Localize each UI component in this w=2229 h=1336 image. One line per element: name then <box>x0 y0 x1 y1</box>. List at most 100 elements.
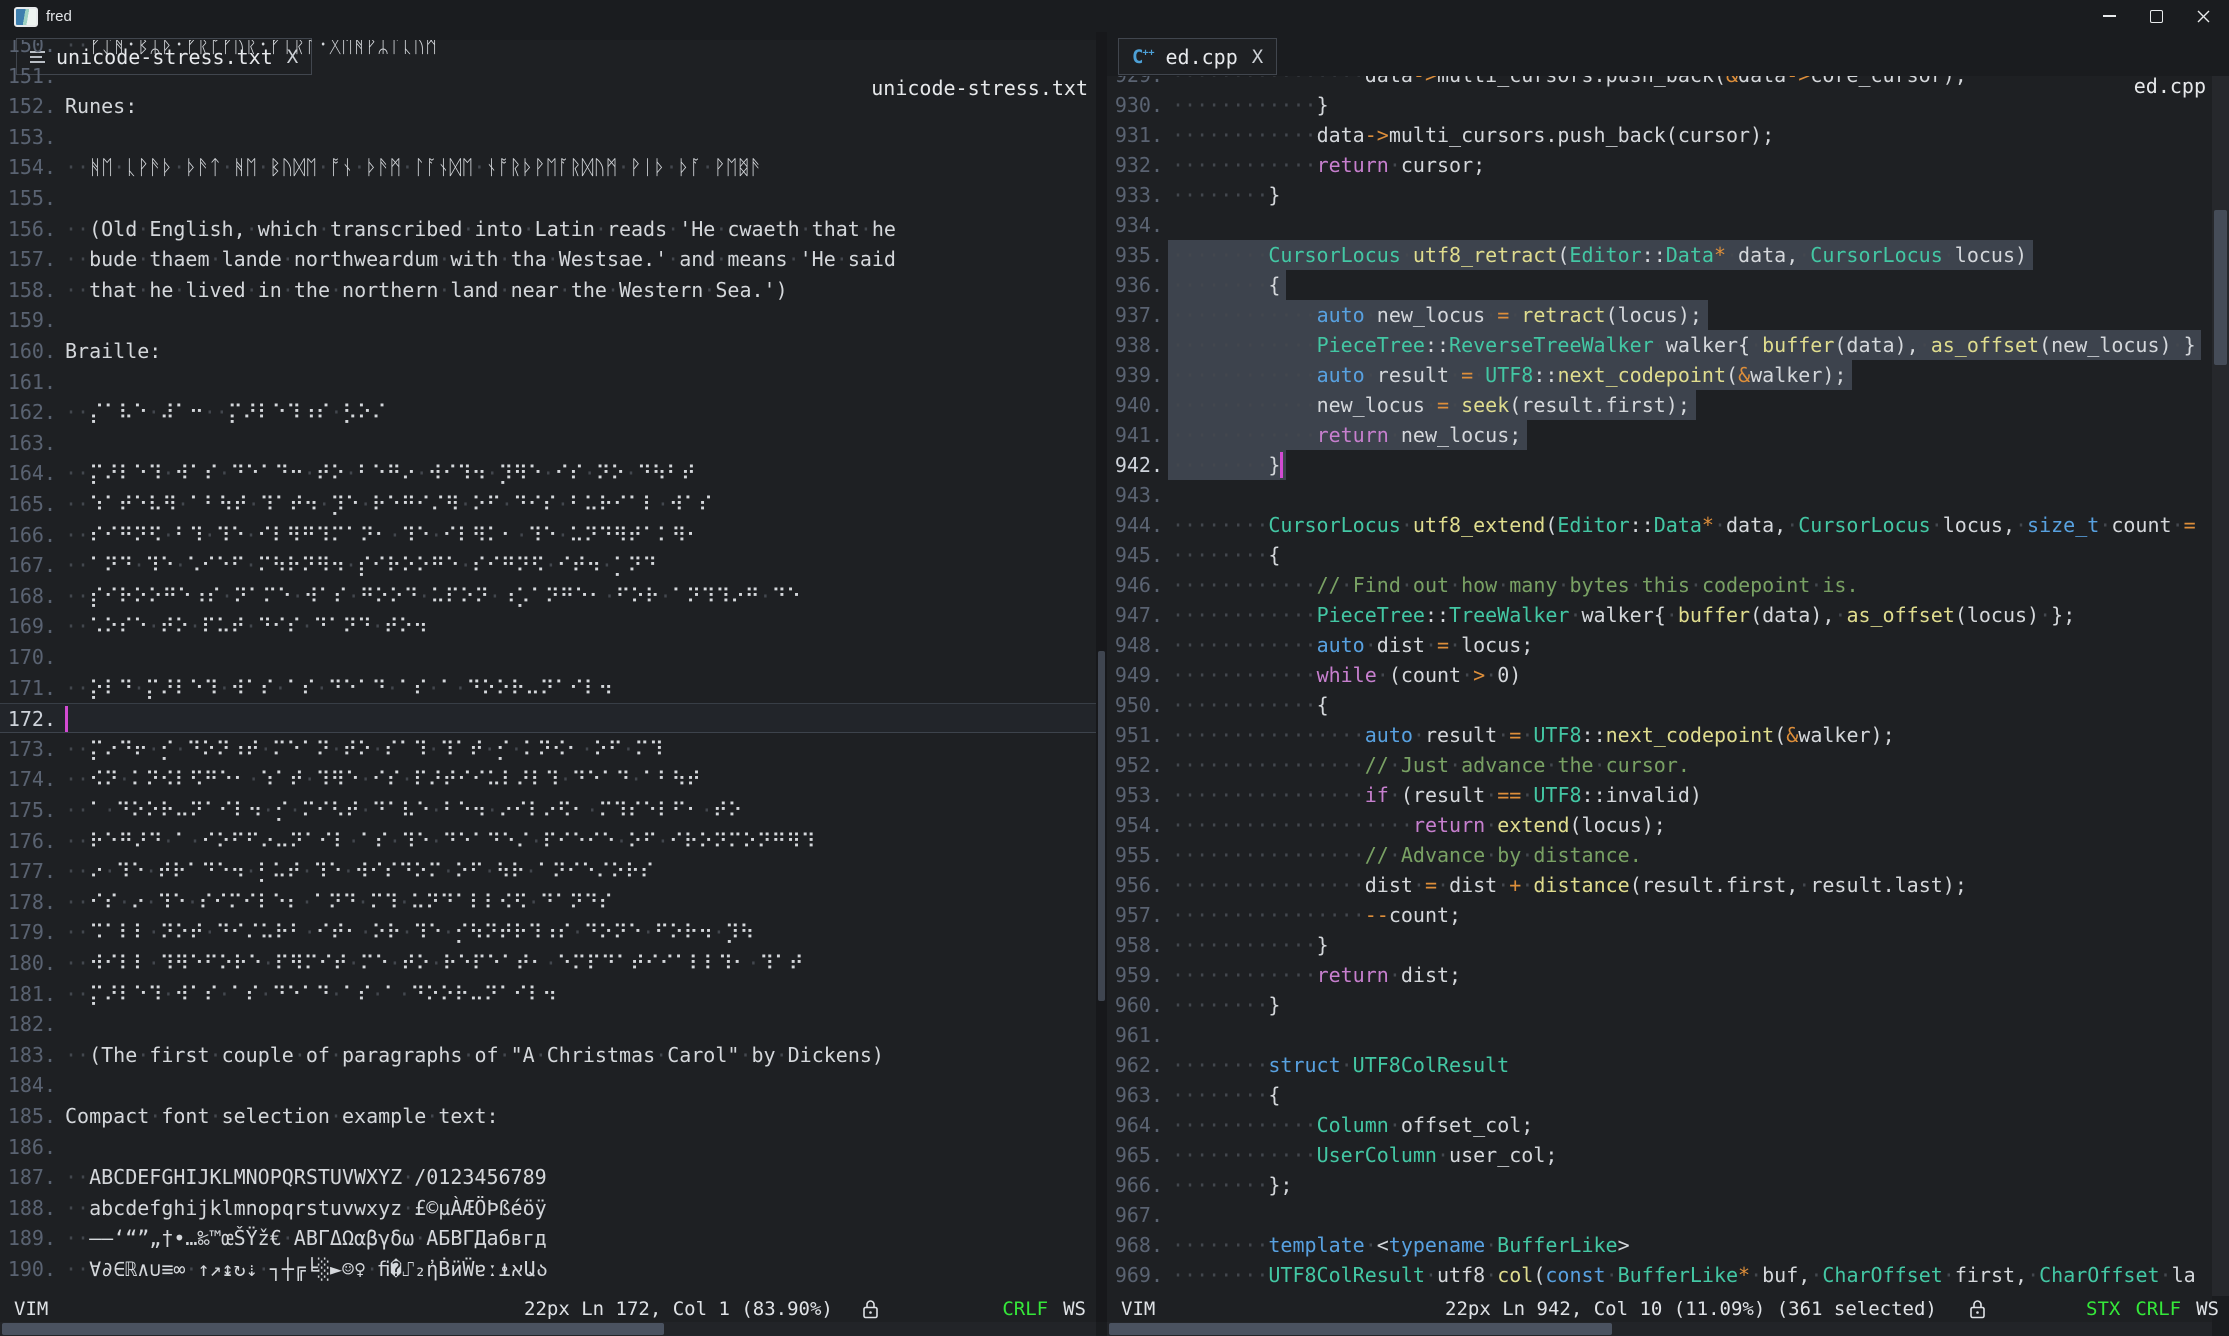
line-number[interactable]: 939. <box>1107 360 1163 390</box>
line-number[interactable]: 965. <box>1107 1140 1163 1170</box>
line-number[interactable]: 189. <box>0 1223 56 1253</box>
line-number[interactable]: 948. <box>1107 630 1163 660</box>
code-line[interactable]: 941.············return·new_locus; <box>1107 420 2212 450</box>
line-number[interactable]: 164. <box>0 458 56 488</box>
code-line[interactable]: 177.··⠔·⠹⠑·⠞⠗⠁⠙⠑⠲·⡃⠥⠞·⠹⠑·⠺⠊⠎⠙⠕⠍·⠕⠋·⠳⠗·⠁⠝… <box>0 856 1096 886</box>
code-line[interactable]: 159. <box>0 305 1096 335</box>
editor-left[interactable]: 150.··ᚠᛇᚻ᛫ᛒᛦᚦ᛫ᚠᚱᚩᚠᚢᚱ᛫ᚠᛁᚱᚪ᛫ᚷᛖᚻᚹᛦᛚᚳᚢᛗ151.1… <box>0 40 1096 1296</box>
editor-right[interactable]: 929.················data->multi_cursors.… <box>1107 76 2212 1296</box>
line-number[interactable]: 168. <box>0 581 56 611</box>
code-line[interactable]: 952.················//·Just·advance·the·… <box>1107 750 2212 780</box>
code-line[interactable]: 934. <box>1107 210 2212 240</box>
code-line[interactable]: 156.··(Old·English,·which·transcribed·in… <box>0 214 1096 244</box>
tab-ed-cpp[interactable]: C++ ed.cpp X <box>1118 38 1277 75</box>
line-number[interactable]: 941. <box>1107 420 1163 450</box>
line-number[interactable]: 161. <box>0 367 56 397</box>
code-line[interactable]: 187.··ABCDEFGHIJKLMNOPQRSTUVWXYZ·/012345… <box>0 1162 1096 1192</box>
code-line[interactable]: 150.··ᚠᛇᚻ᛫ᛒᛦᚦ᛫ᚠᚱᚩᚠᚢᚱ᛫ᚠᛁᚱᚪ᛫ᚷᛖᚻᚹᛦᛚᚳᚢᛗ <box>0 40 1096 60</box>
line-number[interactable]: 961. <box>1107 1020 1163 1050</box>
line-number[interactable]: 943. <box>1107 480 1163 510</box>
line-number[interactable]: 175. <box>0 795 56 825</box>
line-number[interactable]: 949. <box>1107 660 1163 690</box>
line-number[interactable]: 177. <box>0 856 56 886</box>
code-line[interactable]: 189.··–—‘“”„†•…‰™œŠŸž€·ΑΒΓΔΩαβγδω·АБВГДа… <box>0 1223 1096 1253</box>
code-line[interactable]: 179.··⠩⠁⠇⠇·⠝⠕⠞·⠙⠊⠌⠥⠗⠃·⠊⠞⠂·⠕⠗·⠹⠑·⡊⠳⠝⠞⠗⠹⠰⠎… <box>0 917 1096 947</box>
line-number[interactable]: 946. <box>1107 570 1163 600</box>
code-line[interactable]: 169.··⠡⠕⠎⠑·⠞⠕·⠏⠥⠞·⠙⠊⠎·⠙⠁⠝⠙·⠞⠕⠲ <box>0 611 1096 641</box>
line-number[interactable]: 172. <box>0 704 56 734</box>
code-line[interactable]: 190.··∀∂∈ℝ∧∪≡∞·↑↗↨↻⇣·┐┼╔╘░►☺♀·ﬁ�⑀₂ἠḂӥẄɐː… <box>0 1254 1096 1284</box>
line-number[interactable]: 158. <box>0 275 56 305</box>
code-line[interactable]: 947.············PieceTree::TreeWalker·wa… <box>1107 600 2212 630</box>
code-line[interactable]: 956.················dist·=·dist·+·distan… <box>1107 870 2212 900</box>
v-scrollbar-left[interactable] <box>1097 76 1106 1296</box>
code-line[interactable]: 954.····················return·extend(lo… <box>1107 810 2212 840</box>
code-line[interactable]: 938.············PieceTree::ReverseTreeWa… <box>1107 330 2212 360</box>
code-line[interactable]: 948.············auto·dist·=·locus; <box>1107 630 2212 660</box>
h-scrollbar-thumb[interactable] <box>1109 1323 1612 1335</box>
line-number[interactable]: 156. <box>0 214 56 244</box>
code-line[interactable]: 963.········{ <box>1107 1080 2212 1110</box>
code-line[interactable]: 969.········UTF8ColResult·utf8·col(const… <box>1107 1260 2212 1290</box>
code-line[interactable]: 945.········{ <box>1107 540 2212 570</box>
code-line[interactable]: 946.············//·Find·out·how·many·byt… <box>1107 570 2212 600</box>
line-number[interactable]: 169. <box>0 611 56 641</box>
v-scrollbar-right[interactable] <box>2212 76 2229 1296</box>
code-line[interactable]: 155. <box>0 183 1096 213</box>
line-number[interactable]: 947. <box>1107 600 1163 630</box>
line-number[interactable]: 167. <box>0 550 56 580</box>
line-number[interactable]: 963. <box>1107 1080 1163 1110</box>
code-line[interactable]: 160.Braille: <box>0 336 1096 366</box>
code-line[interactable]: 960.········} <box>1107 990 2212 1020</box>
code-line[interactable]: 182. <box>0 1009 1096 1039</box>
code-line[interactable]: 184. <box>0 1070 1096 1100</box>
line-number[interactable]: 184. <box>0 1070 56 1100</box>
line-number[interactable]: 945. <box>1107 540 1163 570</box>
minimize-button[interactable] <box>2086 0 2133 32</box>
code-line[interactable]: 955.················//·Advance·by·distan… <box>1107 840 2212 870</box>
code-line[interactable]: 935.········CursorLocus·utf8_retract(Edi… <box>1107 240 2212 270</box>
h-scrollbar-right[interactable] <box>1107 1322 2212 1336</box>
code-line[interactable]: 171.··⡕⠇⠙·⡍⠜⠇⠑⠹·⠺⠁⠎·⠁⠎·⠙⠑⠁⠙·⠁⠎·⠁·⠙⠕⠕⠗⠤⠝⠁… <box>0 673 1096 703</box>
line-number[interactable]: 942. <box>1107 450 1163 480</box>
line-number[interactable]: 933. <box>1107 180 1163 210</box>
line-number[interactable]: 185. <box>0 1101 56 1131</box>
code-line[interactable]: 178.··⠊⠎·⠔·⠹⠑·⠎⠊⠍⠊⠇⠑⠆·⠁⠝⠙·⠍⠹·⠥⠝⠙⠁⠇⠇⠪⠫·⠙⠁… <box>0 887 1096 917</box>
code-line[interactable]: 174.··⠪⠝·⠅⠝⠪⠇⠫⠛⠑⠂·⠱⠁⠞·⠹⠻⠑·⠊⠎·⠏⠜⠞⠊⠊⠥⠇⠜⠇⠹·… <box>0 764 1096 794</box>
line-number[interactable]: 186. <box>0 1132 56 1162</box>
line-number[interactable]: 157. <box>0 244 56 274</box>
code-line[interactable]: 964.············Column·offset_col; <box>1107 1110 2212 1140</box>
code-line[interactable]: 942.········} <box>1107 450 2212 480</box>
code-line[interactable]: 158.··that·he·lived·in·the·northern·land… <box>0 275 1096 305</box>
code-line[interactable]: 966.········}; <box>1107 1170 2212 1200</box>
line-number[interactable]: 187. <box>0 1162 56 1192</box>
code-line[interactable]: 153. <box>0 122 1096 152</box>
line-number[interactable]: 959. <box>1107 960 1163 990</box>
code-line[interactable]: 188.··abcdefghijklmnopqrstuvwxyz·£©µÀÆÖÞ… <box>0 1193 1096 1223</box>
line-number[interactable]: 962. <box>1107 1050 1163 1080</box>
line-number[interactable]: 968. <box>1107 1230 1163 1260</box>
code-line[interactable]: 967. <box>1107 1200 2212 1230</box>
line-number[interactable]: 171. <box>0 673 56 703</box>
line-number[interactable]: 162. <box>0 397 56 427</box>
code-line[interactable]: 170. <box>0 642 1096 672</box>
line-number[interactable]: 934. <box>1107 210 1163 240</box>
line-number[interactable]: 179. <box>0 917 56 947</box>
code-line[interactable]: 965.············UserColumn·user_col; <box>1107 1140 2212 1170</box>
code-line[interactable]: 950.············{ <box>1107 690 2212 720</box>
line-number[interactable]: 183. <box>0 1040 56 1070</box>
code-line[interactable]: 943. <box>1107 480 2212 510</box>
code-line[interactable]: 939.············auto·result·=·UTF8::next… <box>1107 360 2212 390</box>
line-number[interactable]: 958. <box>1107 930 1163 960</box>
close-button[interactable] <box>2180 0 2227 32</box>
line-number[interactable]: 936. <box>1107 270 1163 300</box>
v-scrollbar-thumb[interactable] <box>2214 210 2227 365</box>
line-number[interactable]: 940. <box>1107 390 1163 420</box>
line-number[interactable]: 180. <box>0 948 56 978</box>
line-number[interactable]: 182. <box>0 1009 56 1039</box>
code-line[interactable]: 953.················if·(result·==·UTF8::… <box>1107 780 2212 810</box>
code-line[interactable]: 154.··ᚻᛖ·ᚳᚹᚫᚦ·ᚦᚫᛏ·ᚻᛖ·ᛒᚢᛞᛖ·ᚩᚾ·ᚦᚫᛗ·ᛚᚪᚾᛞᛖ·ᚾ… <box>0 152 1096 182</box>
line-number[interactable]: 166. <box>0 520 56 550</box>
code-line[interactable]: 936.········{ <box>1107 270 2212 300</box>
code-line[interactable]: 164.··⡍⠜⠇⠑⠹·⠺⠁⠎·⠙⠑⠁⠙⠒·⠞⠕·⠃⠑⠛⠔·⠺⠊⠹⠲·⡹⠻⠑·⠊… <box>0 458 1096 488</box>
